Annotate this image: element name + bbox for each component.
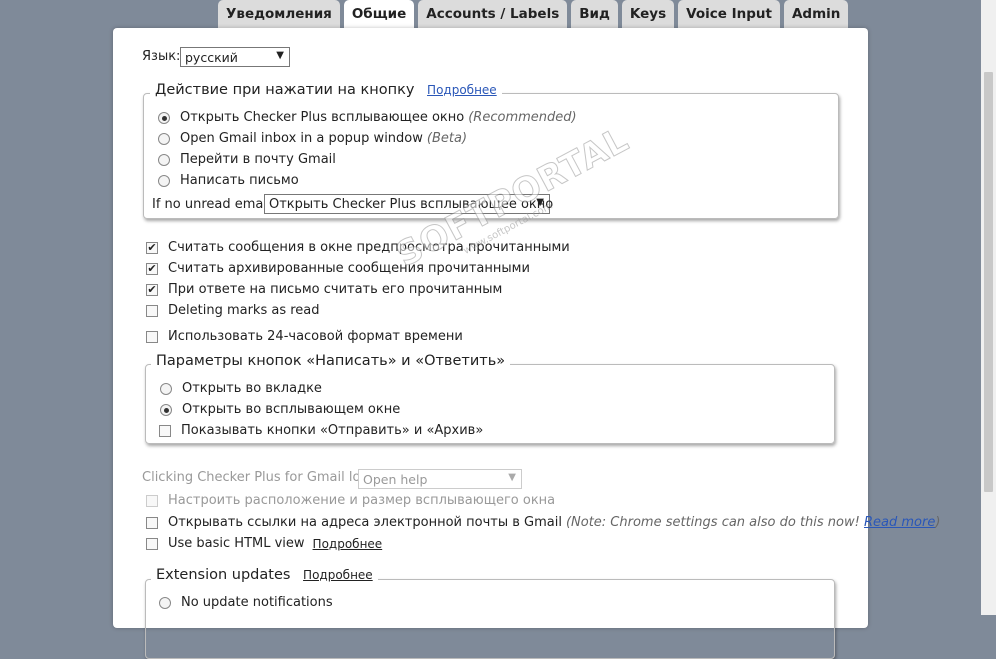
checkbox-icon[interactable] bbox=[159, 424, 171, 437]
tab-notifications[interactable]: Уведомления bbox=[218, 0, 340, 28]
radio-no-update-notifications[interactable]: No update notifications bbox=[159, 595, 333, 610]
checkbox-reply-read[interactable]: ✔ При ответе на письмо считать его прочи… bbox=[146, 282, 502, 297]
radio-icon[interactable] bbox=[158, 111, 170, 124]
tab-view[interactable]: Вид bbox=[571, 0, 618, 28]
scrollbar-thumb[interactable] bbox=[984, 72, 993, 492]
language-label: Язык: bbox=[142, 49, 181, 64]
radio-open-inbox-popup[interactable]: Open Gmail inbox in a popup window (Beta… bbox=[158, 131, 467, 146]
extension-updates-more-link[interactable]: Подробнее bbox=[303, 568, 373, 582]
extension-updates-group bbox=[145, 579, 835, 659]
checkbox-icon[interactable] bbox=[146, 516, 158, 529]
mailto-read-more-link[interactable]: Read more bbox=[864, 515, 935, 530]
checkbox-preview-read[interactable]: ✔ Считать сообщения в окне предпросмотра… bbox=[146, 240, 570, 255]
no-unread-select[interactable]: Открыть Checker Plus всплывающее окно ▼ bbox=[264, 194, 553, 214]
logo-click-select[interactable]: Open help ▼ bbox=[358, 469, 522, 489]
radio-icon[interactable] bbox=[160, 382, 172, 395]
checkbox-archive-read[interactable]: ✔ Считать архивированные сообщения прочи… bbox=[146, 261, 530, 276]
radio-open-popup[interactable]: Открыть Checker Plus всплывающее окно (R… bbox=[158, 110, 577, 125]
tab-admin[interactable]: Admin bbox=[783, 0, 849, 28]
tab-accounts-labels[interactable]: Accounts / Labels bbox=[418, 0, 568, 28]
checkbox-icon[interactable]: ✔ bbox=[146, 241, 158, 254]
button-action-more-link[interactable]: Подробнее bbox=[427, 83, 497, 97]
radio-compose[interactable]: Написать письмо bbox=[158, 173, 299, 188]
checkbox-icon[interactable] bbox=[146, 330, 158, 343]
tab-voice-input[interactable]: Voice Input bbox=[678, 0, 780, 28]
dropdown-arrow-icon: ▼ bbox=[276, 50, 284, 61]
tab-keys[interactable]: Keys bbox=[621, 0, 675, 28]
checkbox-show-send-archive[interactable]: Показывать кнопки «Отправить» и «Архив» bbox=[159, 423, 483, 438]
checkbox-basic-html[interactable]: Use basic HTML view Подробнее bbox=[146, 536, 382, 551]
language-select[interactable]: русский ▼ bbox=[180, 47, 290, 67]
dropdown-arrow-icon: ▼ bbox=[536, 197, 544, 208]
radio-icon[interactable] bbox=[160, 403, 172, 416]
radio-go-to-gmail[interactable]: Перейти в почту Gmail bbox=[158, 152, 336, 167]
extension-updates-legend: Extension updates Подробнее bbox=[151, 567, 378, 583]
radio-icon[interactable] bbox=[158, 174, 170, 187]
logo-click-label: Clicking Checker Plus for Gmail logo: bbox=[142, 470, 382, 485]
dropdown-arrow-icon: ▼ bbox=[508, 472, 516, 483]
radio-open-in-popup[interactable]: Открыть во всплывающем окне bbox=[160, 402, 400, 417]
checkbox-mailto[interactable]: Открывать ссылки на адреса электронной п… bbox=[146, 515, 940, 530]
checkbox-24h-format[interactable]: Использовать 24-часовой формат времени bbox=[146, 329, 463, 344]
radio-icon[interactable] bbox=[158, 153, 170, 166]
radio-open-in-tab[interactable]: Открыть во вкладке bbox=[160, 381, 322, 396]
radio-icon[interactable] bbox=[158, 132, 170, 145]
checkbox-icon[interactable]: ✔ bbox=[146, 262, 158, 275]
button-action-legend: Действие при нажатии на кнопку Подробнее bbox=[150, 82, 502, 98]
settings-panel: Язык: русский ▼ Действие при нажатии на … bbox=[113, 28, 940, 659]
checkbox-icon[interactable]: ✔ bbox=[146, 283, 158, 296]
compose-params-legend: Параметры кнопок «Написать» и «Ответить» bbox=[151, 353, 511, 369]
checkbox-icon[interactable] bbox=[146, 304, 158, 317]
radio-icon[interactable] bbox=[159, 596, 171, 609]
checkbox-icon[interactable] bbox=[146, 494, 158, 507]
checkbox-popup-position[interactable]: Настроить расположение и размер всплываю… bbox=[146, 493, 555, 508]
no-unread-label: If no unread email: bbox=[152, 197, 275, 212]
checkbox-delete-read[interactable]: Deleting marks as read bbox=[146, 303, 320, 318]
basic-html-more-link[interactable]: Подробнее bbox=[313, 537, 383, 551]
tab-general[interactable]: Общие bbox=[343, 0, 415, 28]
vertical-scrollbar[interactable] bbox=[981, 0, 996, 615]
checkbox-icon[interactable] bbox=[146, 537, 158, 550]
tab-bar: Уведомления Общие Accounts / Labels Вид … bbox=[218, 0, 852, 28]
